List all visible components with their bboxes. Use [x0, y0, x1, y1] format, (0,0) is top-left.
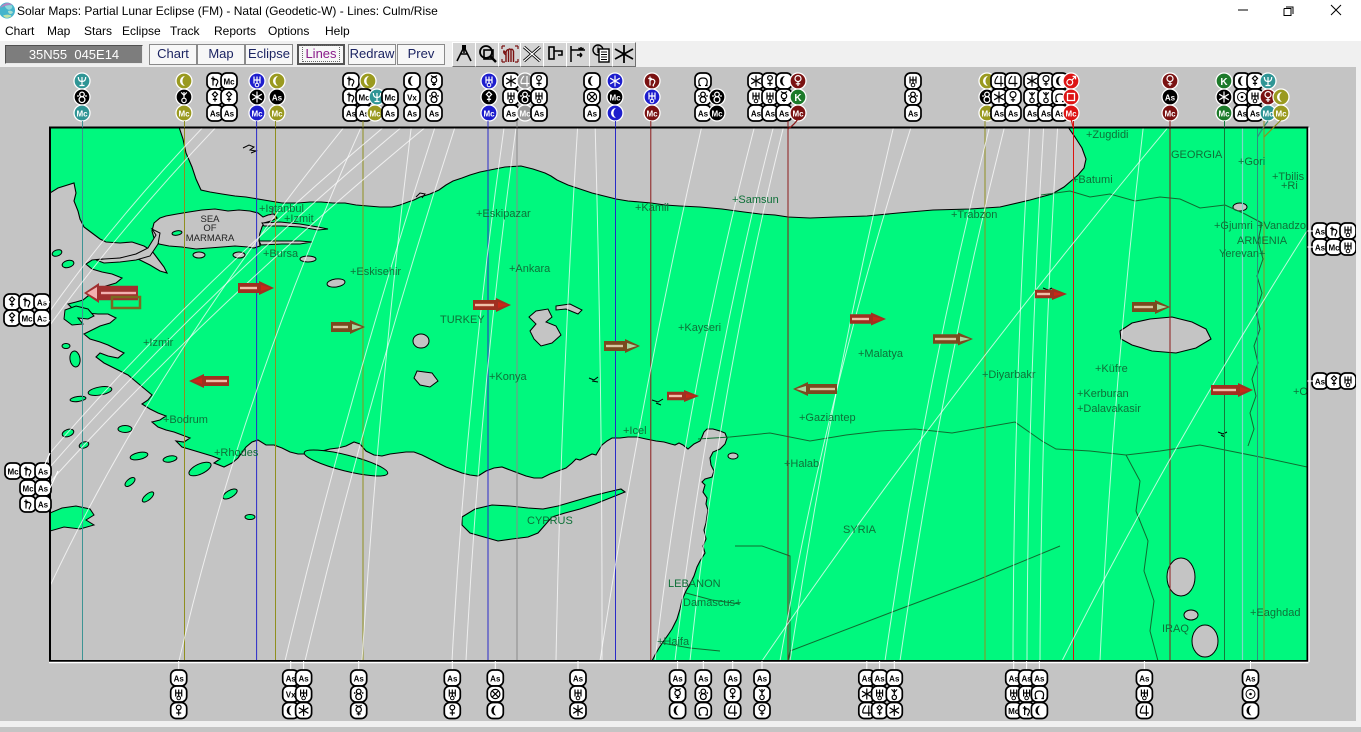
- svg-text:+Diyarbakr: +Diyarbakr: [982, 369, 1036, 381]
- svg-text:+O: +O: [1293, 386, 1308, 398]
- svg-text:+Konya: +Konya: [489, 371, 527, 383]
- svg-text:+Eaghdad: +Eaghdad: [1250, 607, 1300, 619]
- svg-text:ARMENIA: ARMENIA: [1237, 235, 1288, 247]
- svg-text:+Icel: +Icel: [623, 425, 647, 437]
- svg-text:+Rhodes: +Rhodes: [214, 447, 259, 459]
- svg-text:+Haifa: +Haifa: [657, 636, 690, 648]
- svg-text:+Küfre: +Küfre: [1095, 363, 1128, 375]
- svg-text:Damascus+: Damascus+: [683, 597, 741, 609]
- svg-text:+Izmit: +Izmit: [284, 213, 314, 225]
- svg-text:+Gaziantep: +Gaziantep: [799, 412, 856, 424]
- svg-text:LEBANON: LEBANON: [668, 578, 721, 590]
- svg-text:+Izmir: +Izmir: [143, 337, 174, 349]
- svg-text:SYRIA: SYRIA: [843, 524, 877, 536]
- svg-text:+Zugdidi: +Zugdidi: [1086, 129, 1129, 141]
- svg-text:+Kâmil: +Kâmil: [635, 202, 669, 214]
- svg-text:+Gjumri: +Gjumri: [1214, 220, 1253, 232]
- svg-text:+Bodrum: +Bodrum: [163, 414, 208, 426]
- svg-text:+Ankara: +Ankara: [509, 263, 551, 275]
- svg-text:+Gori: +Gori: [1238, 156, 1265, 168]
- svg-text:+Dalavakasir: +Dalavakasir: [1077, 403, 1141, 415]
- svg-text:Yerevan+: Yerevan+: [1219, 248, 1265, 260]
- svg-text:+Batumi: +Batumi: [1072, 174, 1113, 186]
- svg-text:+Vanadzo: +Vanadzo: [1257, 220, 1306, 232]
- svg-text:IRAQ: IRAQ: [1162, 623, 1189, 635]
- svg-text:+Malatya: +Malatya: [858, 348, 904, 360]
- svg-text:TURKEY: TURKEY: [440, 314, 485, 326]
- svg-text:CYPRUS: CYPRUS: [527, 515, 573, 527]
- svg-text:GEORGIA: GEORGIA: [1171, 149, 1223, 161]
- svg-text:+Eskisehir: +Eskisehir: [350, 266, 401, 278]
- svg-text:+Kerburan: +Kerburan: [1077, 388, 1129, 400]
- svg-text:+Bursa: +Bursa: [263, 248, 299, 260]
- svg-text:MARMARA: MARMARA: [186, 233, 235, 244]
- svg-text:+Trabzon: +Trabzon: [951, 209, 997, 221]
- svg-text:+Eskipazar: +Eskipazar: [476, 208, 531, 220]
- svg-text:+Kayseri: +Kayseri: [678, 322, 721, 334]
- svg-text:+Ri: +Ri: [1281, 180, 1298, 192]
- svg-text:+Samsun: +Samsun: [732, 194, 779, 206]
- svg-text:+Halab: +Halab: [784, 458, 819, 470]
